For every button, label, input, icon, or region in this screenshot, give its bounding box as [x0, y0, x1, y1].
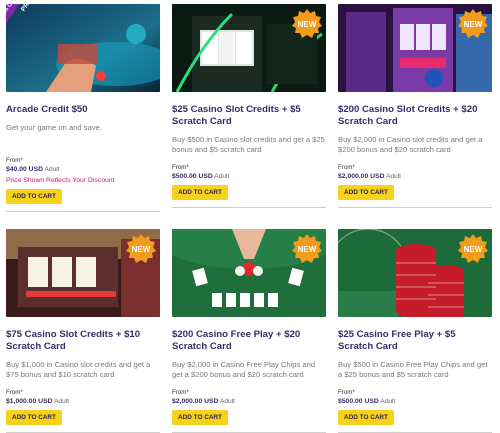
product-description: Buy $500 in Casino slot credits and get …: [172, 135, 325, 154]
new-badge-icon: NEW: [458, 9, 488, 38]
product-card: NEW $200 Casino Free Play + $20 Scratch …: [172, 229, 326, 433]
new-badge-icon: NEW: [292, 9, 322, 38]
product-card: 20% OFF ONBOARD PRICES Arcade Credit $50…: [6, 4, 160, 212]
add-to-cart-button[interactable]: ADD TO CART: [6, 410, 62, 425]
product-title[interactable]: $25 Casino Slot Credits + $5 Scratch Car…: [172, 104, 326, 128]
product-description: Buy $1,000 in Casino slot credits and ge…: [6, 360, 151, 379]
add-to-cart-button[interactable]: ADD TO CART: [338, 185, 394, 200]
product-price: $500.00 USD Adult: [172, 173, 326, 180]
product-card: NEW $25 Casino Slot Credits + $5 Scratch…: [172, 4, 326, 208]
price-value: $500.00 USD: [338, 398, 379, 405]
from-label: From*: [338, 389, 355, 396]
product-price: $2,000.00 USD Adult: [338, 173, 492, 180]
svg-text:NEW: NEW: [132, 245, 151, 254]
discount-note: Price Shown Reflects Your Discount: [6, 177, 115, 184]
product-price: $1,000.00 USD Adult: [6, 398, 160, 405]
from-label: From*: [6, 157, 23, 164]
product-image-slots[interactable]: NEW: [172, 4, 326, 92]
product-title[interactable]: $25 Casino Free Play + $5 Scratch Card: [338, 329, 492, 353]
product-price: $40.00 USD Adult: [6, 166, 160, 173]
svg-text:NEW: NEW: [464, 245, 483, 254]
product-description: Buy $2,000 in Casino Free Play Chips and…: [172, 360, 316, 379]
product-image-chips[interactable]: NEW: [338, 229, 492, 317]
add-to-cart-button[interactable]: ADD TO CART: [338, 410, 394, 425]
svg-text:NEW: NEW: [298, 245, 317, 254]
from-label: From*: [172, 164, 189, 171]
product-card: NEW $25 Casino Free Play + $5 Scratch Ca…: [338, 229, 492, 433]
new-badge-icon: NEW: [126, 234, 156, 263]
svg-text:NEW: NEW: [298, 20, 317, 29]
from-label: From*: [6, 389, 23, 396]
price-suffix: Adult: [385, 173, 401, 180]
add-to-cart-button[interactable]: ADD TO CART: [172, 185, 228, 200]
product-card: NEW $200 Casino Slot Credits + $20 Scrat…: [338, 4, 492, 208]
product-price: $2,000.00 USD Adult: [172, 398, 326, 405]
product-title[interactable]: $200 Casino Slot Credits + $20 Scratch C…: [338, 104, 492, 128]
product-image-slots[interactable]: NEW: [338, 4, 492, 92]
add-to-cart-button[interactable]: ADD TO CART: [172, 410, 228, 425]
divider: [6, 211, 160, 212]
product-grid: 20% OFF ONBOARD PRICES Arcade Credit $50…: [0, 0, 500, 433]
product-title[interactable]: Arcade Credit $50: [6, 104, 160, 116]
product-price: $500.00 USD Adult: [338, 398, 492, 405]
from-label: From*: [338, 164, 355, 171]
from-label: From*: [172, 389, 189, 396]
divider: [172, 207, 326, 208]
product-image-table[interactable]: NEW: [172, 229, 326, 317]
product-description: Get your game on and save.: [6, 123, 102, 132]
price-value: $500.00 USD: [172, 173, 213, 180]
new-badge-icon: NEW: [292, 234, 322, 263]
price-suffix: Adult: [53, 398, 69, 405]
product-image-arcade[interactable]: 20% OFF ONBOARD PRICES: [6, 4, 160, 92]
price-suffix: Adult: [214, 173, 230, 180]
price-value: $1,000.00 USD: [6, 398, 53, 405]
product-card: NEW $75 Casino Slot Credits + $10 Scratc…: [6, 229, 160, 433]
product-description: Buy $500 in Casino Free Play Chips and g…: [338, 360, 488, 379]
add-to-cart-button[interactable]: ADD TO CART: [6, 189, 62, 204]
product-description: Buy $2,000 in Casino slot credits and ge…: [338, 135, 483, 154]
product-image-slots[interactable]: NEW: [6, 229, 160, 317]
divider: [338, 207, 492, 208]
price-suffix: Adult: [219, 398, 235, 405]
price-value: $2,000.00 USD: [338, 173, 385, 180]
price-suffix: Adult: [44, 166, 60, 173]
price-value: $2,000.00 USD: [172, 398, 219, 405]
price-suffix: Adult: [380, 398, 396, 405]
svg-text:NEW: NEW: [464, 20, 483, 29]
product-title[interactable]: $200 Casino Free Play + $20 Scratch Card: [172, 329, 326, 353]
product-title[interactable]: $75 Casino Slot Credits + $10 Scratch Ca…: [6, 329, 160, 353]
new-badge-icon: NEW: [458, 234, 488, 263]
price-value: $40.00 USD: [6, 166, 44, 173]
